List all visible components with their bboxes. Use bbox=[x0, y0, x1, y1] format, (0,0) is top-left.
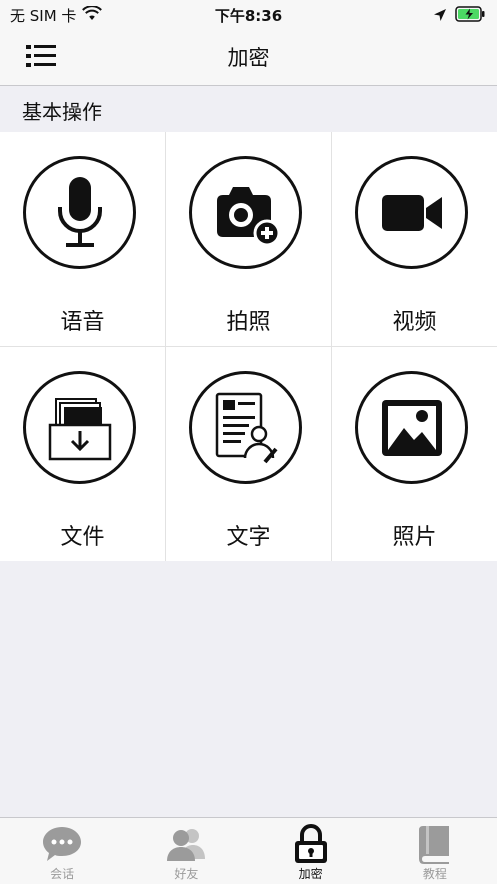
grid-item-video[interactable]: 视频 bbox=[332, 132, 497, 347]
navigation-bar: 加密 bbox=[0, 28, 497, 86]
grid-item-label: 语音 bbox=[60, 310, 105, 335]
status-time: 下午8:36 bbox=[214, 7, 283, 25]
video-camera-icon bbox=[355, 156, 468, 269]
book-icon bbox=[414, 824, 456, 864]
tab-tutorial[interactable]: 教程 bbox=[373, 818, 497, 884]
section-header: 基本操作 bbox=[0, 86, 497, 132]
microphone-icon bbox=[23, 156, 136, 269]
tab-friends[interactable]: 好友 bbox=[124, 818, 248, 884]
operations-grid: 语音 拍照 视频 文件 文字 照片 bbox=[0, 132, 497, 561]
page-title: 加密 bbox=[227, 46, 270, 70]
status-bar: 无 SIM 卡 下午8:36 bbox=[0, 0, 497, 28]
document-person-icon bbox=[189, 371, 302, 484]
grid-item-camera[interactable]: 拍照 bbox=[166, 132, 332, 347]
grid-item-file[interactable]: 文件 bbox=[0, 347, 166, 561]
grid-item-voice[interactable]: 语音 bbox=[0, 132, 166, 347]
file-tray-icon bbox=[23, 371, 136, 484]
grid-item-photo[interactable]: 照片 bbox=[332, 347, 497, 561]
tab-encrypt[interactable]: 加密 bbox=[249, 818, 373, 884]
grid-item-label: 拍照 bbox=[226, 310, 271, 335]
location-arrow-icon bbox=[433, 7, 447, 26]
battery-icon bbox=[455, 6, 485, 26]
tab-label: 加密 bbox=[298, 867, 323, 881]
chat-bubble-icon bbox=[41, 824, 83, 864]
status-right bbox=[433, 6, 485, 26]
grid-item-label: 文件 bbox=[60, 525, 105, 550]
camera-add-icon bbox=[189, 156, 302, 269]
section-title: 基本操作 bbox=[22, 100, 102, 124]
tab-chat[interactable]: 会话 bbox=[0, 818, 124, 884]
grid-item-text[interactable]: 文字 bbox=[166, 347, 332, 561]
photo-icon bbox=[355, 371, 468, 484]
tab-label: 好友 bbox=[174, 867, 199, 881]
tab-bar: 会话 好友 加密 教程 bbox=[0, 817, 497, 884]
tab-label: 教程 bbox=[422, 867, 447, 881]
tab-label: 会话 bbox=[50, 867, 75, 881]
lock-icon bbox=[290, 824, 332, 864]
grid-item-label: 视频 bbox=[392, 310, 437, 335]
grid-item-label: 照片 bbox=[392, 525, 437, 550]
grid-item-label: 文字 bbox=[226, 525, 271, 550]
friends-icon bbox=[165, 824, 207, 864]
